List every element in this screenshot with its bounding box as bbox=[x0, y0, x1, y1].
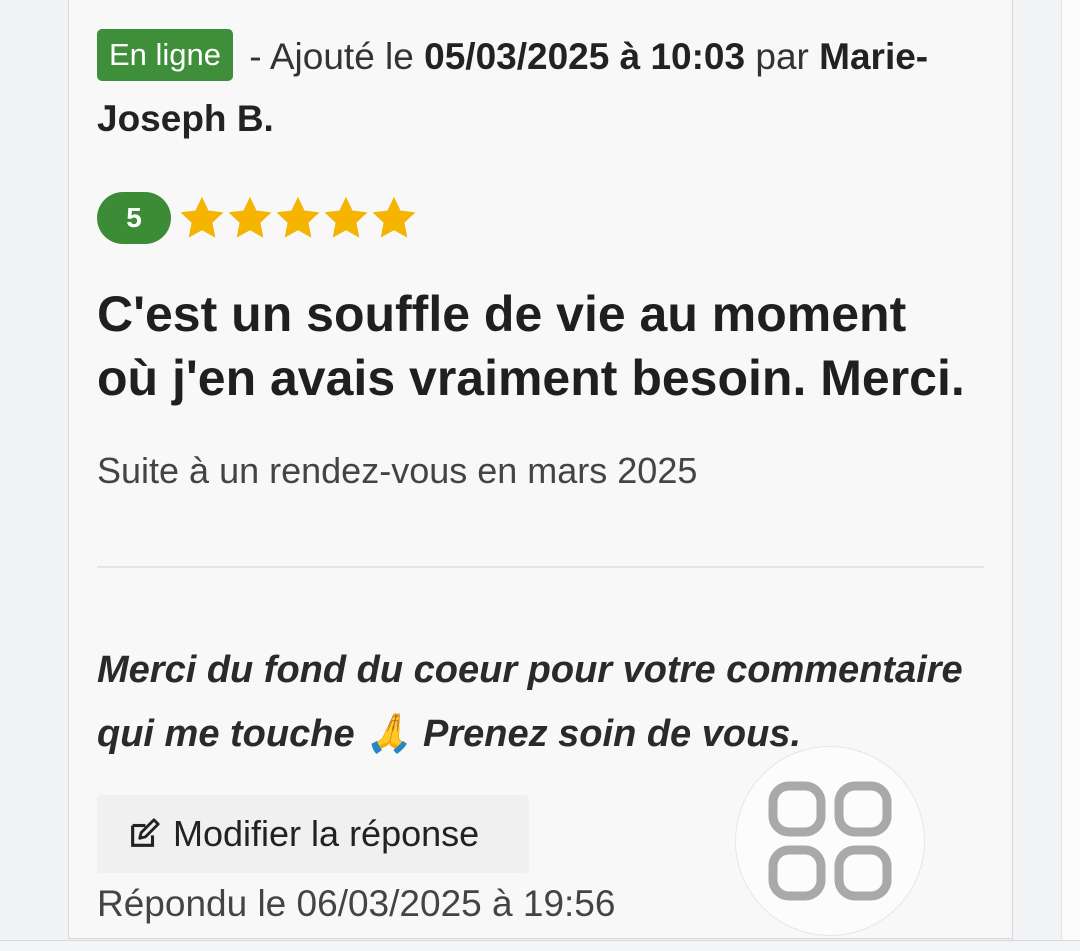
review-meta: En ligne - Ajouté le 05/03/2025 à 10:03 … bbox=[97, 26, 977, 150]
star-rating bbox=[177, 193, 417, 243]
rating-badge: 5 bbox=[97, 192, 171, 244]
by-label: par bbox=[745, 36, 820, 77]
scrollbar-track[interactable] bbox=[1061, 0, 1080, 950]
review-context: Suite à un rendez-vous en mars 2025 bbox=[97, 450, 698, 491]
star-icon bbox=[228, 196, 272, 238]
left-background bbox=[0, 0, 68, 950]
edit-icon bbox=[131, 818, 160, 847]
review-title: C'est un souffle de vie au moment où j'e… bbox=[97, 286, 965, 406]
star-icon bbox=[180, 196, 224, 238]
apps-floating-button[interactable] bbox=[735, 746, 925, 936]
star-icon bbox=[372, 196, 416, 238]
apps-grid-icon bbox=[768, 781, 892, 901]
added-prefix: - Ajouté le bbox=[239, 36, 425, 77]
review-date: 05/03/2025 à 10:03 bbox=[424, 36, 746, 77]
bottom-edge bbox=[0, 940, 1080, 951]
review-card: En ligne - Ajouté le 05/03/2025 à 10:03 … bbox=[68, 0, 1013, 939]
edit-response-label: Modifier la réponse bbox=[173, 813, 480, 854]
replied-date: Répondu le 06/03/2025 à 19:56 bbox=[97, 883, 616, 924]
right-scroll-area bbox=[1012, 0, 1080, 950]
divider bbox=[97, 566, 984, 568]
star-icon bbox=[276, 196, 320, 238]
status-badge: En ligne bbox=[97, 29, 234, 81]
rating-row: 5 bbox=[97, 190, 417, 246]
star-icon bbox=[324, 196, 368, 238]
edit-response-button[interactable]: Modifier la réponse bbox=[97, 795, 529, 873]
